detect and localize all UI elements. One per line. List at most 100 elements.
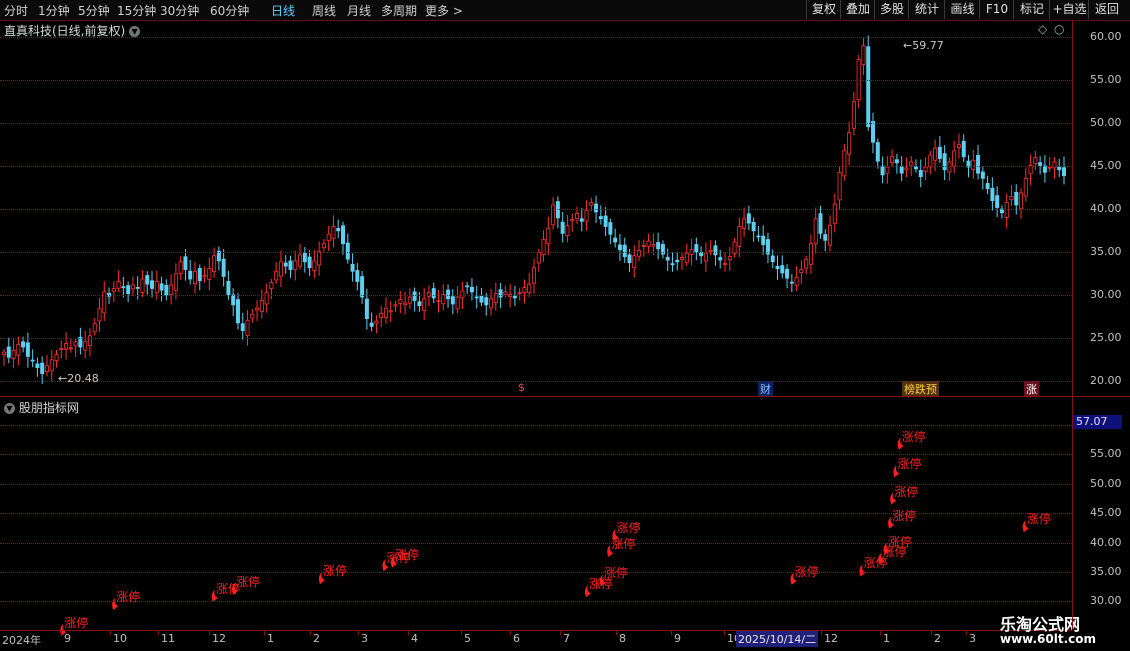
y-tick-label: 40.00	[1090, 202, 1122, 216]
candle-body	[808, 243, 813, 265]
candle-body	[737, 226, 742, 247]
candle-body	[904, 167, 909, 170]
crosshair-date-tag: 2025/10/14/二	[736, 631, 819, 647]
candle-body	[574, 213, 579, 219]
y-tick-label: 20.00	[1090, 374, 1122, 388]
candle-body	[756, 235, 761, 238]
candle-body	[21, 341, 26, 348]
limit-up-label: 涨停	[64, 616, 89, 630]
candle-body	[312, 260, 317, 271]
candle-body	[188, 270, 193, 280]
candle-body	[417, 301, 422, 307]
candle-body	[980, 171, 985, 179]
candle-body	[73, 341, 78, 347]
candle-body	[35, 363, 40, 369]
candle-body	[68, 347, 73, 350]
candle-body	[116, 281, 121, 289]
candle-body	[398, 299, 403, 304]
candle-body	[436, 300, 441, 302]
candle-body	[742, 218, 747, 229]
candle-body	[140, 278, 145, 294]
candle-body	[875, 142, 880, 162]
candle-body	[751, 221, 756, 232]
candle-body	[823, 234, 828, 241]
candle-body	[627, 254, 632, 264]
candle-body	[321, 243, 326, 249]
event-marker-1[interactable]: 财	[758, 381, 773, 397]
candle-body	[364, 298, 369, 319]
candle-body	[183, 256, 188, 270]
candle-body	[780, 265, 785, 274]
candle-body	[274, 270, 279, 281]
candle-body	[613, 237, 618, 243]
candle-body	[933, 147, 938, 161]
event-marker-2[interactable]: 榜跌预	[902, 381, 939, 397]
candle-body	[49, 359, 54, 372]
candle-body	[431, 288, 436, 299]
candle-body	[465, 285, 470, 288]
candle-body	[379, 313, 384, 318]
candle-body	[30, 359, 35, 362]
event-marker-0[interactable]: $	[516, 381, 527, 394]
candle-body	[221, 258, 226, 277]
candle-body	[861, 45, 866, 65]
sub-y-tick-label: 35.00	[1090, 564, 1122, 578]
candle-body	[789, 281, 794, 284]
candle-body	[842, 150, 847, 177]
candle-body	[388, 310, 393, 313]
candle-body	[16, 343, 21, 356]
candle-body	[145, 275, 150, 285]
candle-body	[684, 252, 689, 263]
candle-body	[665, 256, 670, 261]
candle-body	[794, 276, 799, 286]
candle-body	[837, 171, 842, 201]
candle-body	[851, 101, 856, 129]
event-marker-3[interactable]: 涨	[1024, 381, 1039, 397]
candle-body	[551, 204, 556, 226]
candle-body	[331, 226, 336, 240]
candle-body	[240, 323, 245, 332]
candle-body	[164, 284, 169, 296]
candle-body	[403, 302, 408, 306]
candle-body	[918, 170, 923, 177]
candle-body	[832, 203, 837, 224]
candle-body	[527, 283, 532, 294]
candle-body	[608, 222, 613, 235]
candle-body	[718, 257, 723, 261]
limit-up-label: 涨停	[897, 457, 922, 472]
candle-body	[675, 259, 680, 263]
candle-body	[450, 296, 455, 305]
sub-grid-line	[0, 424, 1072, 426]
candle-body	[785, 268, 790, 279]
candle-body	[995, 195, 1000, 208]
candle-body	[890, 156, 895, 163]
candle-body	[130, 284, 135, 290]
candle-body	[369, 322, 374, 327]
candle-body	[594, 203, 599, 213]
candle-body	[703, 252, 708, 262]
candle-body	[598, 216, 603, 220]
candle-body	[25, 342, 30, 357]
candle-body	[383, 307, 388, 318]
grid-line	[0, 252, 1072, 254]
candle-body	[617, 244, 622, 251]
candlestick-chart[interactable]	[0, 0, 1130, 650]
candle-body	[746, 213, 751, 224]
x-axis	[0, 630, 1072, 651]
candle-body	[484, 297, 489, 306]
sub-y-tick-label: 40.00	[1090, 535, 1122, 549]
limit-up-label: 涨停	[794, 564, 819, 579]
candle-body	[192, 270, 197, 285]
limit-up-label: 涨停	[323, 564, 348, 579]
panel-separator	[0, 396, 1130, 397]
y-tick-label: 35.00	[1090, 245, 1122, 259]
candle-body	[909, 161, 914, 166]
current-value-badge: 57.07	[1073, 415, 1122, 429]
candle-body	[579, 218, 584, 222]
candle-body	[522, 287, 527, 293]
candle-body	[670, 263, 675, 266]
candle-body	[694, 244, 699, 253]
candle-body	[871, 121, 876, 143]
y-tick-label: 50.00	[1090, 116, 1122, 130]
candle-body	[159, 283, 164, 291]
